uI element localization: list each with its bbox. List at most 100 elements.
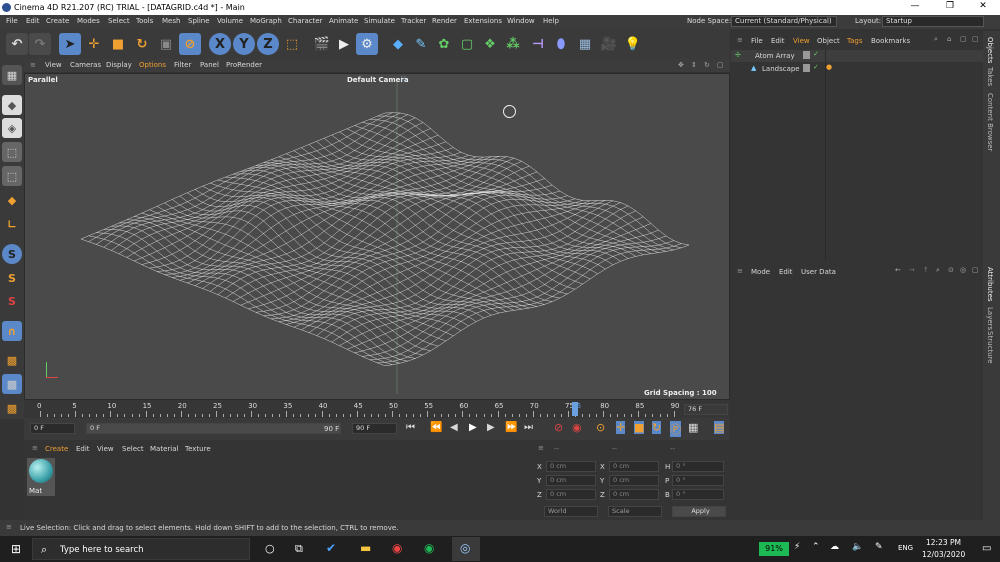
mat-menu-create[interactable]: Create	[45, 445, 68, 453]
coord-size-select[interactable]: Scale	[608, 506, 662, 517]
range-slider[interactable]: 0 F	[86, 423, 341, 434]
cinema4d-taskbar-button[interactable]: ◎	[452, 537, 480, 561]
material-swatch[interactable]: Mat	[27, 458, 55, 496]
viewport-move-icon[interactable]: ✥	[678, 61, 684, 69]
start-frame-field[interactable]: 0 F	[30, 423, 75, 434]
play-icon[interactable]: ▶	[469, 422, 477, 433]
generator-icon[interactable]: ▢	[456, 33, 478, 55]
planar-workplane-icon[interactable]: ▩	[2, 398, 22, 418]
battery-indicator[interactable]: 91%	[759, 542, 789, 556]
z-axis-icon[interactable]: Z	[257, 33, 279, 55]
autokey-icon[interactable]: ◉	[572, 421, 582, 434]
up-arrow-icon[interactable]: ↑	[923, 266, 929, 274]
obj-menu-file[interactable]: File	[751, 37, 763, 45]
node-space-select[interactable]: Current (Standard/Physical)	[731, 16, 837, 27]
parameter-key-icon[interactable]: Ⓟ	[670, 421, 681, 437]
texture-mode-icon[interactable]: ◈	[2, 118, 22, 138]
snap-settings-icon[interactable]: S	[2, 268, 22, 288]
menu-mesh[interactable]: Mesh	[162, 17, 180, 25]
mat-menu-view[interactable]: View	[97, 445, 114, 453]
obj-menu-view[interactable]: View	[793, 37, 810, 45]
coord-value-field[interactable]: 0 cm	[546, 461, 596, 472]
tab-takes[interactable]: Takes	[986, 67, 994, 86]
new-window-icon[interactable]: ▢	[960, 35, 967, 43]
spotify-icon[interactable]: ◉	[424, 541, 434, 555]
world-coordinates-icon[interactable]: ⬚	[281, 33, 303, 55]
render-settings-icon[interactable]: ⚙	[356, 33, 378, 55]
edges-mode-icon[interactable]: ⬚	[2, 166, 22, 186]
close-button[interactable]: ✕	[968, 1, 998, 14]
file-explorer-icon[interactable]: ▬	[360, 541, 371, 555]
menu-file[interactable]: File	[6, 17, 18, 25]
vp-menu-view[interactable]: View	[45, 61, 62, 69]
x-axis-icon[interactable]: X	[209, 33, 231, 55]
scale-icon[interactable]: ■	[107, 33, 129, 55]
menu-help[interactable]: Help	[543, 17, 559, 25]
enabled-check-icon[interactable]: ✓	[813, 50, 819, 58]
material-menu-icon[interactable]: ≡	[32, 444, 38, 452]
keyframe-selection-icon[interactable]: ⊙	[596, 421, 605, 434]
mat-menu-texture[interactable]: Texture	[185, 445, 211, 453]
attr-menu-edit[interactable]: Edit	[779, 268, 793, 276]
timeline[interactable]: 05101520253035404550556065707576808590 7…	[24, 400, 730, 418]
redo-icon[interactable]: ↷	[29, 33, 51, 55]
objects-menu-icon[interactable]: ≡	[737, 36, 743, 44]
move-icon[interactable]: ✛	[83, 33, 105, 55]
obj-menu-bookmarks[interactable]: Bookmarks	[871, 37, 910, 45]
todo-app-icon[interactable]: ✔	[326, 541, 336, 555]
volume-icon[interactable]: 🔈	[852, 542, 863, 552]
vp-menu-panel[interactable]: Panel	[200, 61, 219, 69]
status-menu-icon[interactable]: ≡	[6, 523, 12, 531]
task-view-icon[interactable]: ⧉	[295, 542, 303, 556]
coord-value-field[interactable]: 0 °	[672, 475, 724, 486]
coord-value-field[interactable]: 0 cm	[609, 475, 659, 486]
coordinate-mode-icon[interactable]: ⊘	[179, 33, 201, 55]
vp-menu-prorender[interactable]: ProRender	[226, 61, 262, 69]
panel-maximize-icon[interactable]: ▢	[972, 266, 979, 274]
layout-select[interactable]: Startup	[882, 16, 984, 27]
maximize-button[interactable]: ❐	[935, 1, 965, 14]
minimize-button[interactable]: —	[900, 1, 930, 14]
windows-start-icon[interactable]: ⊞	[11, 542, 21, 556]
material-tag-icon[interactable]: ●	[826, 63, 832, 71]
vp-menu-filter[interactable]: Filter	[174, 61, 191, 69]
menu-mograph[interactable]: MoGraph	[250, 17, 282, 25]
record-keys-icon[interactable]: ⊘	[554, 421, 563, 434]
deformer-icon[interactable]: ⊣	[527, 33, 549, 55]
rotate-icon[interactable]: ↻	[131, 33, 153, 55]
vp-menu-options[interactable]: Options	[139, 61, 166, 69]
workplane-lock-icon[interactable]: ▩	[2, 374, 22, 394]
model-mode-icon[interactable]: ◆	[2, 95, 22, 115]
layer-toggle-icon[interactable]	[803, 64, 810, 72]
snap-toggle-icon[interactable]: S	[2, 291, 22, 311]
menu-spline[interactable]: Spline	[188, 17, 210, 25]
menu-animate[interactable]: Animate	[329, 17, 358, 25]
mat-menu-select[interactable]: Select	[122, 445, 144, 453]
menu-edit[interactable]: Edit	[26, 17, 40, 25]
pen-icon[interactable]: ✎	[410, 33, 432, 55]
object-row-landscape[interactable]: ▲ Landscape ✓ ●	[731, 63, 983, 75]
snap-icon[interactable]: S	[2, 244, 22, 264]
goto-end-icon[interactable]: ⏭	[524, 422, 533, 433]
menu-extensions[interactable]: Extensions	[464, 17, 502, 25]
coord-value-field[interactable]: 0 cm	[546, 475, 596, 486]
clock-date[interactable]: 12/03/2020	[922, 550, 965, 559]
lock-icon[interactable]: ⊙	[948, 266, 954, 274]
viewport[interactable]: Parallel Default Camera ⛶ Grid Spacing :…	[24, 73, 730, 400]
menu-simulate[interactable]: Simulate	[364, 17, 395, 25]
render-picture-viewer-icon[interactable]: ▶	[333, 33, 355, 55]
cortana-icon[interactable]: ○	[265, 542, 275, 555]
tab-content-browser[interactable]: Content Browser	[986, 93, 994, 151]
cloner-icon[interactable]: ❖	[479, 33, 501, 55]
cube-icon[interactable]: ◆	[387, 33, 409, 55]
polygons-mode-icon[interactable]: ◆	[2, 190, 22, 210]
timeline-playhead[interactable]	[572, 402, 578, 416]
scale-key-icon[interactable]: ■	[634, 421, 645, 434]
taskbar-search-box[interactable]: ⌕ Type here to search	[32, 538, 250, 560]
tab-structure[interactable]: Structure	[986, 331, 994, 364]
y-axis-icon[interactable]: Y	[233, 33, 255, 55]
coord-value-field[interactable]: 0 cm	[609, 461, 659, 472]
panel-maximize-icon[interactable]: ▢	[972, 35, 979, 43]
chevron-up-icon[interactable]: ⌃	[812, 542, 820, 552]
menu-modes[interactable]: Modes	[77, 17, 100, 25]
